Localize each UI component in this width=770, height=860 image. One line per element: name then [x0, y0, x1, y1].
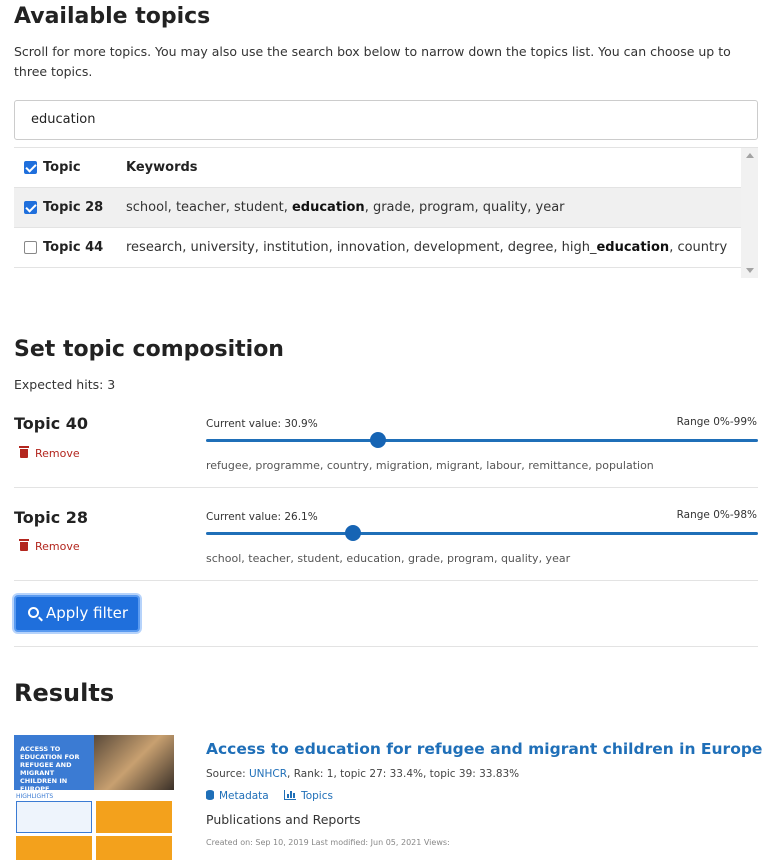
bar-chart-icon	[284, 790, 297, 800]
topics-link[interactable]: Topics	[284, 790, 333, 802]
scroll-down-arrow-icon[interactable]	[746, 268, 754, 273]
trash-icon	[19, 539, 29, 551]
results-heading: Results	[14, 679, 115, 707]
composition-slider-track[interactable]	[206, 525, 758, 541]
composition-slider-track[interactable]	[206, 432, 758, 448]
expected-hits: Expected hits: 3	[14, 377, 116, 392]
current-value: Current value: 26.1%	[206, 511, 318, 523]
composition-slider-thumb[interactable]	[345, 525, 361, 541]
result-title-link[interactable]: Access to education for refugee and migr…	[206, 740, 762, 758]
topic-row[interactable]: Topic 28 school, teacher, student, educa…	[14, 188, 741, 228]
search-icon	[28, 607, 39, 618]
thumbnail-title: ACCESS TO EDUCATION FOR REFUGEE AND MIGR…	[20, 745, 80, 793]
remove-topic-button[interactable]: Remove	[19, 539, 80, 553]
divider	[14, 580, 758, 581]
result-thumbnail[interactable]: ACCESS TO EDUCATION FOR REFUGEE AND MIGR…	[14, 735, 174, 860]
topics-instructions: Scroll for more topics. You may also use…	[14, 44, 731, 79]
topic-keywords: school, teacher, student, education, gra…	[126, 200, 565, 215]
topic-row[interactable]: Topic 44 research, university, instituti…	[14, 228, 741, 268]
topics-table: Topic Keywords Topic 28 school, teacher,…	[14, 147, 758, 279]
apply-filter-button[interactable]: Apply filter	[14, 595, 140, 632]
header-topic: Topic	[43, 160, 81, 175]
topic-checkbox[interactable]	[24, 201, 37, 214]
topics-scrollbar[interactable]	[741, 148, 758, 278]
topic-keywords: research, university, institution, innov…	[126, 240, 728, 255]
divider	[14, 487, 758, 488]
composition-slider-thumb[interactable]	[370, 432, 387, 448]
value-range: Range 0%-99%	[676, 416, 757, 428]
metadata-link[interactable]: Metadata	[206, 790, 269, 802]
result-source-link[interactable]: UNHCR	[249, 768, 287, 780]
select-all-checkbox[interactable]	[24, 161, 37, 174]
divider	[14, 646, 758, 647]
available-topics-heading: Available topics	[14, 4, 211, 29]
result-dates: Created on: Sep 10, 2019 Last modified: …	[206, 838, 450, 847]
topic-search-input[interactable]: education	[14, 100, 758, 140]
result-links: Metadata Topics	[206, 790, 345, 802]
value-range: Range 0%-98%	[676, 509, 757, 521]
composition-keywords: refugee, programme, country, migration, …	[206, 459, 654, 472]
thumbnail-photo	[94, 735, 174, 790]
scroll-up-arrow-icon[interactable]	[746, 153, 754, 158]
trash-icon	[19, 446, 29, 458]
database-icon	[206, 790, 214, 800]
composition-keywords: school, teacher, student, education, gra…	[206, 552, 571, 565]
result-meta: Source: UNHCR, Rank: 1, topic 27: 33.4%,…	[206, 768, 520, 780]
result-type: Publications and Reports	[206, 812, 361, 827]
topic-checkbox[interactable]	[24, 241, 37, 254]
remove-topic-button[interactable]: Remove	[19, 446, 80, 460]
topic-name: Topic 28	[43, 200, 104, 215]
topics-table-header: Topic Keywords	[14, 148, 741, 188]
composition-heading: Set topic composition	[14, 337, 284, 362]
current-value: Current value: 30.9%	[206, 418, 318, 430]
composition-topic-name: Topic 28	[14, 508, 89, 527]
composition-topic-name: Topic 40	[14, 414, 89, 433]
header-keywords: Keywords	[126, 160, 198, 175]
topic-name: Topic 44	[43, 240, 104, 255]
thumbnail-highlights: HIGHLIGHTS	[16, 793, 54, 800]
